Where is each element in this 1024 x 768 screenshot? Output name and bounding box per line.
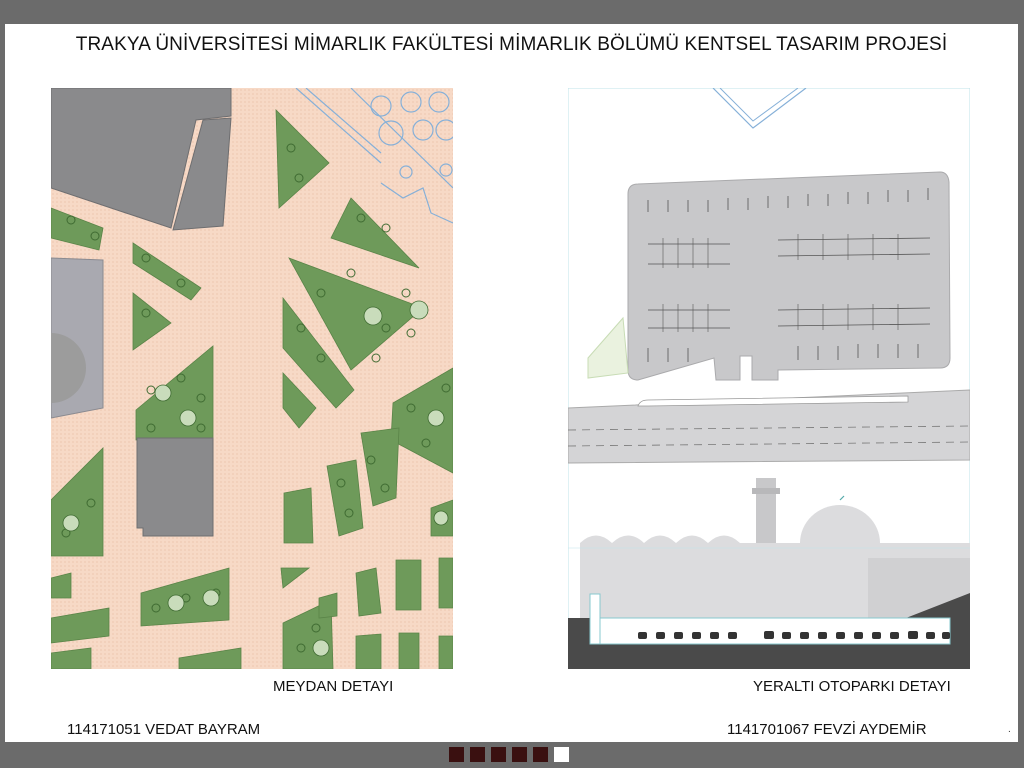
student-left-label: 114171051 VEDAT BAYRAM: [67, 721, 261, 738]
slide-title: TRAKYA ÜNİVERSİTESİ MİMARLIK FAKÜLTESİ M…: [75, 34, 948, 55]
slide-nav-button-3[interactable]: [491, 747, 506, 762]
parking-detail-plan: [568, 88, 970, 669]
top-bar: [0, 0, 1024, 22]
plaza-detail-plan: [51, 88, 453, 669]
parking-detail-caption: YERALTI OTOPARKI DETAYI: [753, 678, 951, 695]
slide-navigation: [449, 747, 569, 763]
slide-nav-button-5[interactable]: [533, 747, 548, 762]
slide-nav-button-4[interactable]: [512, 747, 527, 762]
corner-mark: .: [1008, 724, 1011, 735]
slide-nav-button-6[interactable]: [554, 747, 569, 762]
slide-nav-button-1[interactable]: [449, 747, 464, 762]
presentation-slide: TRAKYA ÜNİVERSİTESİ MİMARLIK FAKÜLTESİ M…: [5, 24, 1018, 742]
plaza-detail-caption: MEYDAN DETAYI: [273, 678, 394, 695]
student-right-label: 1141701067 FEVZİ AYDEMİR: [727, 721, 927, 738]
slide-nav-button-2[interactable]: [470, 747, 485, 762]
